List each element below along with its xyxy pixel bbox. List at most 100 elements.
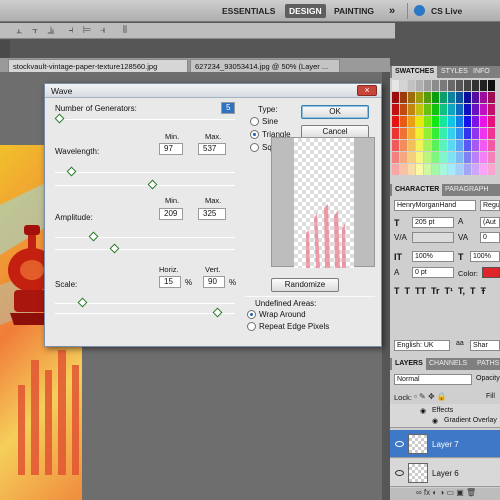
distribute-right-icon[interactable]: ⫣ <box>96 26 110 36</box>
swatch-cell[interactable] <box>488 152 495 163</box>
amplitude-max-input[interactable]: 325 <box>198 208 226 220</box>
swatch-cell[interactable] <box>424 128 431 139</box>
swatch-cell[interactable] <box>432 152 439 163</box>
swatch-cell[interactable] <box>480 80 487 91</box>
swatch-cell[interactable] <box>448 140 455 151</box>
tab-document-1[interactable]: stockvault-vintage-paper-texture128560.j… <box>8 59 188 72</box>
swatch-cell[interactable] <box>440 104 447 115</box>
swatch-cell[interactable] <box>392 80 399 91</box>
wavelength-max-slider[interactable] <box>55 185 235 186</box>
wavelength-max-input[interactable]: 537 <box>198 143 226 155</box>
swatch-cell[interactable] <box>408 92 415 103</box>
swatch-cell[interactable] <box>424 140 431 151</box>
swatch-cell[interactable] <box>448 164 455 175</box>
tab-layers[interactable]: LAYERS <box>392 358 426 370</box>
swatch-cell[interactable] <box>400 140 407 151</box>
swatch-cell[interactable] <box>400 128 407 139</box>
randomize-button[interactable]: Randomize <box>271 278 339 292</box>
cs-live-icon[interactable] <box>414 5 425 16</box>
swatch-cell[interactable] <box>416 140 423 151</box>
swatch-cell[interactable] <box>472 104 479 115</box>
swatch-cell[interactable] <box>472 140 479 151</box>
type-square-radio[interactable] <box>250 143 259 152</box>
wavelength-min-input[interactable]: 97 <box>159 143 183 155</box>
swatch-cell[interactable] <box>456 164 463 175</box>
swatch-cell[interactable] <box>472 164 479 175</box>
layer-row[interactable]: Layer 7 <box>390 430 500 458</box>
type-style-button[interactable]: T <box>405 286 411 296</box>
amplitude-min-input[interactable]: 209 <box>159 208 183 220</box>
swatch-cell[interactable] <box>480 116 487 127</box>
vertical-scale-input[interactable]: 100% <box>412 251 454 262</box>
effects-label[interactable]: Effects <box>432 407 453 414</box>
swatch-cell[interactable] <box>448 128 455 139</box>
swatch-cell[interactable] <box>400 116 407 127</box>
ok-button[interactable]: OK <box>301 105 369 119</box>
font-size-input[interactable]: 205 pt <box>412 217 454 228</box>
amplitude-max-slider-thumb[interactable] <box>109 243 120 254</box>
swatch-cell[interactable] <box>440 116 447 127</box>
gradient-overlay-item[interactable]: Gradient Overlay <box>444 417 497 424</box>
swatch-cell[interactable] <box>440 128 447 139</box>
cs-live-button[interactable]: CS Live <box>427 4 466 18</box>
swatch-cell[interactable] <box>464 104 471 115</box>
swatch-cell[interactable] <box>392 164 399 175</box>
layer-name[interactable]: Layer 6 <box>432 469 459 478</box>
repeat-edge-radio[interactable] <box>247 322 256 331</box>
swatch-cell[interactable] <box>400 152 407 163</box>
amplitude-min-slider-thumb[interactable] <box>88 231 99 242</box>
swatch-cell[interactable] <box>416 92 423 103</box>
swatch-cell[interactable] <box>472 80 479 91</box>
swatch-cell[interactable] <box>416 164 423 175</box>
swatch-cell[interactable] <box>456 116 463 127</box>
type-sine-radio[interactable] <box>250 117 259 126</box>
tab-channels[interactable]: CHANNELS <box>426 358 470 370</box>
baseline-shift-input[interactable]: 0 pt <box>412 267 454 278</box>
swatch-cell[interactable] <box>432 116 439 127</box>
wavelength-min-slider-thumb[interactable] <box>66 166 77 177</box>
swatch-cell[interactable] <box>416 152 423 163</box>
font-family-select[interactable]: HenryMorganHand <box>394 200 476 211</box>
swatch-cell[interactable] <box>488 92 495 103</box>
layers-footer-icons[interactable]: ∞ fx ◐ ◑ ▭ ▣ 🗑 <box>390 488 500 500</box>
language-select[interactable]: English: UK <box>394 340 450 351</box>
wavelength-min-slider[interactable] <box>55 172 235 173</box>
swatch-cell[interactable] <box>464 116 471 127</box>
swatch-cell[interactable] <box>448 104 455 115</box>
distribute-left-icon[interactable]: ⫞ <box>64 26 78 36</box>
swatch-cell[interactable] <box>432 128 439 139</box>
workspace-essentials-button[interactable]: ESSENTIALS <box>218 4 279 18</box>
swatch-cell[interactable] <box>432 104 439 115</box>
visibility-eye-icon[interactable] <box>395 441 404 447</box>
swatch-cell[interactable] <box>488 164 495 175</box>
swatch-cell[interactable] <box>432 164 439 175</box>
align-vcenter-icon[interactable]: ⫟ <box>28 26 42 36</box>
type-style-button[interactable]: T¹ <box>445 286 454 296</box>
type-style-button[interactable]: T <box>470 286 476 296</box>
scale-vert-slider-thumb[interactable] <box>212 307 223 318</box>
type-style-button[interactable]: Tr <box>431 286 440 296</box>
swatch-cell[interactable] <box>416 116 423 127</box>
swatch-cell[interactable] <box>464 92 471 103</box>
swatch-grid[interactable] <box>392 80 498 176</box>
swatch-cell[interactable] <box>480 128 487 139</box>
swatch-cell[interactable] <box>424 92 431 103</box>
swatch-cell[interactable] <box>400 92 407 103</box>
generators-input[interactable]: 5 <box>221 102 235 114</box>
swatch-cell[interactable] <box>440 152 447 163</box>
swatch-cell[interactable] <box>456 80 463 91</box>
swatch-cell[interactable] <box>408 164 415 175</box>
swatch-cell[interactable] <box>448 92 455 103</box>
swatch-cell[interactable] <box>424 164 431 175</box>
workspace-painting-button[interactable]: PAINTING <box>330 4 378 18</box>
swatch-cell[interactable] <box>424 152 431 163</box>
swatch-cell[interactable] <box>488 104 495 115</box>
swatch-cell[interactable] <box>416 128 423 139</box>
swatch-cell[interactable] <box>400 164 407 175</box>
scale-vert-input[interactable]: 90 <box>203 276 225 288</box>
tab-info[interactable]: INFO <box>470 66 493 78</box>
wrap-around-radio[interactable] <box>247 310 256 319</box>
swatch-cell[interactable] <box>392 92 399 103</box>
swatch-cell[interactable] <box>392 116 399 127</box>
swatch-cell[interactable] <box>488 80 495 91</box>
